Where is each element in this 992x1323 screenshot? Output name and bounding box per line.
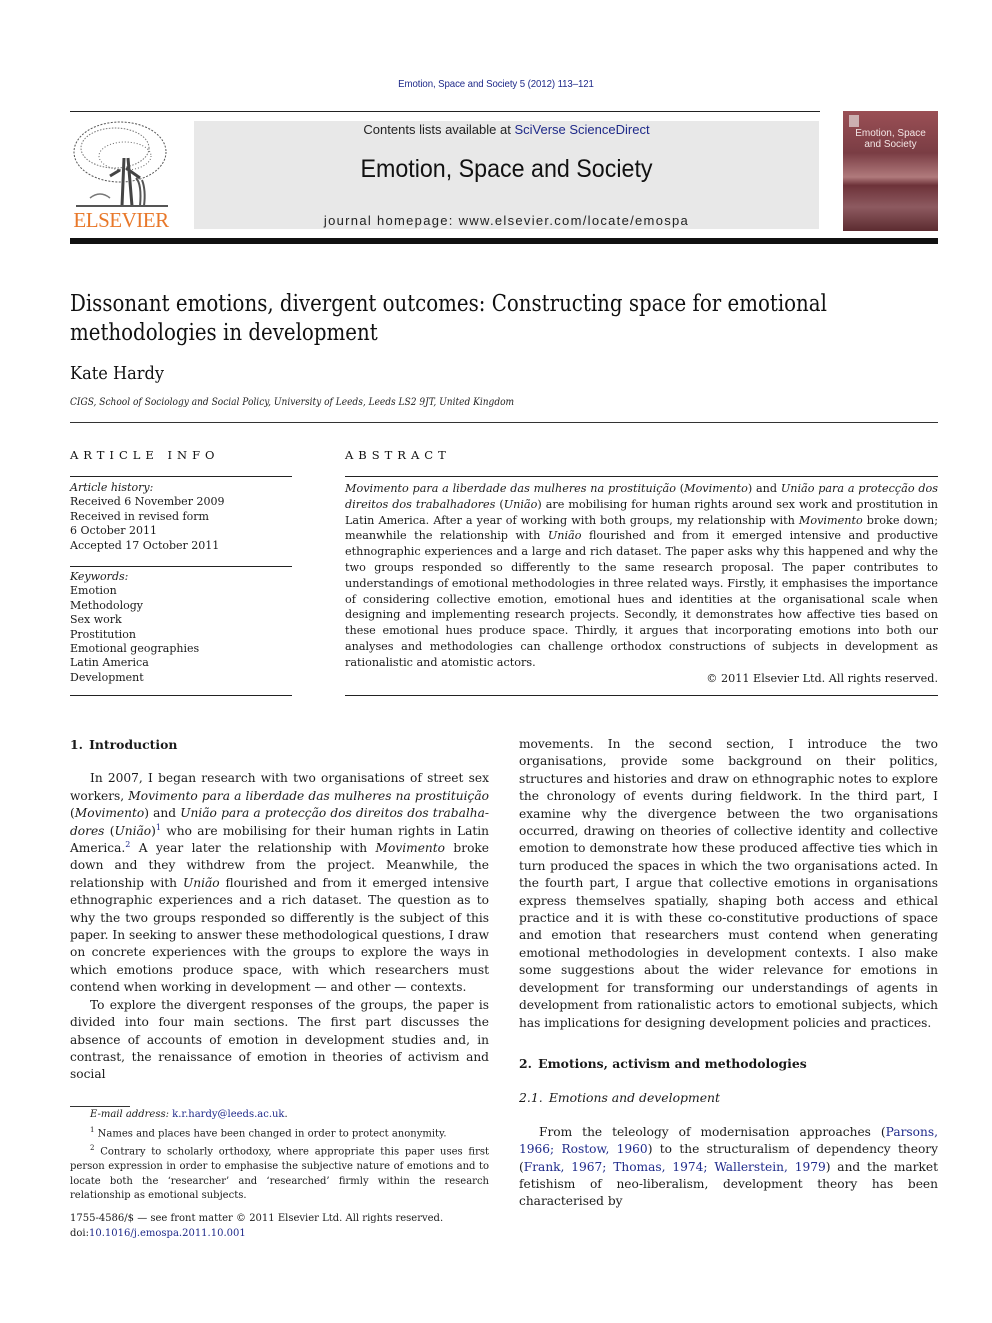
subsection-heading: 2.1. Emotions and development <box>519 1090 721 1106</box>
homepage-link[interactable]: www.elsevier.com/locate/emospa <box>459 213 689 228</box>
paragraph: movements. In the second section, I intr… <box>519 737 938 1030</box>
keyword-item: Development <box>70 670 144 684</box>
keyword-item: Prostitution <box>70 627 137 641</box>
keyword-item: Emotional geographies <box>70 642 200 656</box>
header-rule <box>70 111 820 112</box>
elsevier-logo[interactable]: ELSEVIER <box>70 118 172 233</box>
abstract-rule <box>345 476 938 477</box>
keyword-item: Sex work <box>70 613 122 627</box>
citation-link[interactable]: Frank, 1967 <box>524 1160 603 1174</box>
front-matter: 1755-4586/$ — see front matter © 2011 El… <box>70 1212 489 1241</box>
elsevier-badge-icon <box>849 115 859 127</box>
author-name[interactable]: Kate Hardy <box>70 363 164 384</box>
journal-cover[interactable]: Emotion, Space and Society <box>843 111 938 231</box>
section-heading: 1. Introduction <box>70 737 178 752</box>
citation-link[interactable]: Wallerstein, 1979 <box>714 1160 825 1174</box>
history-item: Received in revised form <box>70 509 209 523</box>
abstract-heading: ABSTRACT <box>345 448 451 462</box>
footnote-1: 1 Names and places have been changed in … <box>90 1125 447 1139</box>
keywords-label: Keywords: <box>70 570 129 583</box>
abstract-copyright: © 2011 Elsevier Ltd. All rights reserved… <box>706 672 938 685</box>
footnote-rule <box>70 1106 130 1107</box>
journal-title: Emotion, Space and Society <box>360 155 653 183</box>
keyword-item: Methodology <box>70 598 143 612</box>
footnotes: E-mail address: k.r.hardy@leeds.ac.uk. 1… <box>70 1108 489 1204</box>
header-thick-rule <box>70 238 938 244</box>
elsevier-wordmark: ELSEVIER <box>73 208 169 232</box>
doi-line: doi:10.1016/j.emospa.2011.10.001 <box>70 1227 246 1239</box>
running-header[interactable]: Emotion, Space and Society 5 (2012) 113–… <box>40 78 953 90</box>
keyword-item: Latin America <box>70 656 149 670</box>
email-footnote: E-mail address: k.r.hardy@leeds.ac.uk. <box>90 1109 288 1120</box>
title-rule <box>70 422 938 423</box>
journal-homepage: journal homepage: www.elsevier.com/locat… <box>323 213 690 228</box>
history-item: Received 6 November 2009 <box>70 495 225 509</box>
sciencedirect-link[interactable]: SciVerse ScienceDirect <box>514 122 649 137</box>
article-title: Dissonant emotions, divergent outcomes: … <box>70 291 827 346</box>
info-rule <box>70 695 292 696</box>
journal-banner: Contents lists available at SciVerse Sci… <box>194 121 819 229</box>
cover-title: Emotion, Space and Society <box>855 128 926 150</box>
tree-icon <box>73 121 168 207</box>
author-affiliation: CIGS, School of Sociology and Social Pol… <box>70 396 515 408</box>
info-rule <box>70 566 292 567</box>
body-right-column: movements. In the second section, I intr… <box>519 736 938 1211</box>
article-info-heading: ARTICLE INFO <box>70 448 220 462</box>
keywords: Keywords: Emotion Methodology Sex work P… <box>70 570 295 685</box>
article-history: Article history: Received 6 November 200… <box>70 481 295 553</box>
history-item: Accepted 17 October 2011 <box>70 538 220 552</box>
paragraph: To explore the divergent responses of th… <box>70 997 489 1082</box>
paragraph: From the teleology of modernisation appr… <box>519 1124 938 1209</box>
citation-link[interactable]: Rostow, 1960 <box>561 1142 647 1156</box>
doi-link[interactable]: 10.1016/j.emospa.2011.10.001 <box>89 1228 246 1239</box>
keyword-item: Emotion <box>70 584 117 598</box>
contents-line: Contents lists available at SciVerse Sci… <box>363 122 650 137</box>
abstract-text: Movimento para a liberdade das mulheres … <box>345 482 939 669</box>
section-heading: 2. Emotions, activism and methodologies <box>519 1055 807 1071</box>
footnote-2: 2 Contrary to scholarly orthodoxy, where… <box>70 1144 489 1202</box>
abstract-rule <box>345 695 938 696</box>
paragraph: In 2007, I began research with two organ… <box>70 771 489 995</box>
citation-link[interactable]: Thomas, 1974 <box>613 1160 703 1174</box>
issn-line: 1755-4586/$ — see front matter © 2011 El… <box>70 1213 444 1224</box>
history-label: Article history: <box>70 481 154 494</box>
body-left-column: 1. Introduction In 2007, I began researc… <box>70 736 489 1084</box>
info-rule <box>70 476 292 477</box>
history-item: 6 October 2011 <box>70 524 158 538</box>
email-link[interactable]: k.r.hardy@leeds.ac.uk <box>172 1109 284 1120</box>
